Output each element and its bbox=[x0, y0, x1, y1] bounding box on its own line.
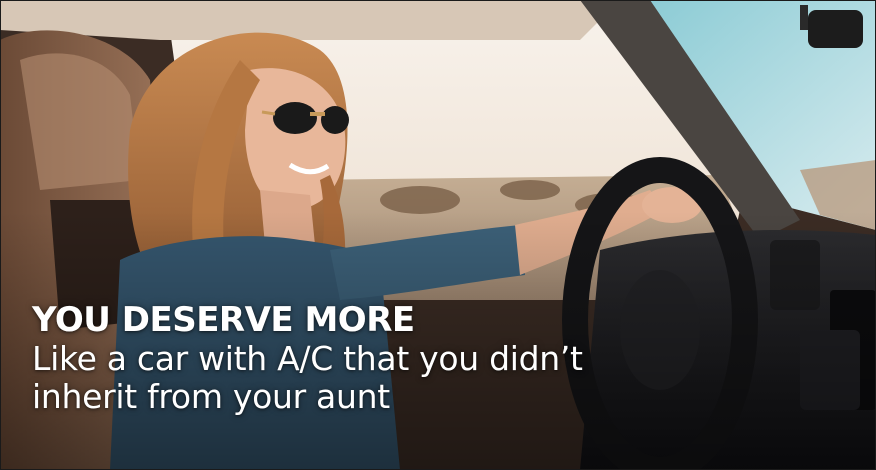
ad-subline: Like a car with A/C that you didn’t inhe… bbox=[32, 339, 583, 416]
ad-caption: YOU DESERVE MORE Like a car with A/C tha… bbox=[32, 300, 592, 416]
ad-banner[interactable]: YOU DESERVE MORE Like a car with A/C tha… bbox=[0, 0, 876, 470]
ad-headline: YOU DESERVE MORE bbox=[32, 300, 415, 340]
